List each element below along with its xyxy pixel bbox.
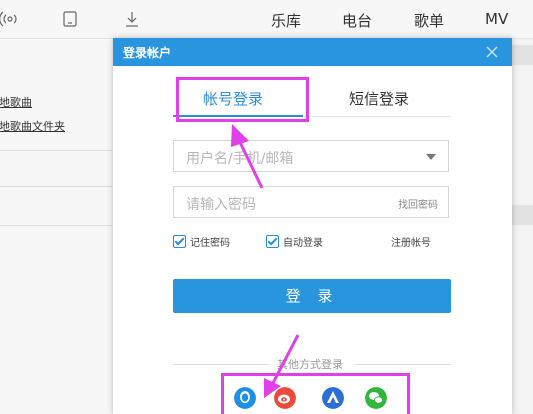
password-placeholder: 请输入密码 — [186, 197, 256, 213]
dialog-header: 登录帐户 — [113, 38, 512, 66]
close-icon[interactable] — [481, 41, 503, 63]
checkbox-checked-icon[interactable] — [173, 235, 186, 248]
checkbox-checked-icon[interactable] — [266, 235, 279, 248]
tab-radio[interactable]: 电台 — [342, 10, 372, 31]
left-sidebar: 本地歌曲 本地歌曲文件夹 — [0, 39, 112, 414]
right-content-strip — [512, 39, 533, 414]
content-band — [512, 45, 533, 65]
remember-password-checkbox[interactable]: 记住密码 — [173, 234, 230, 249]
login-button[interactable]: 登 录 — [173, 279, 451, 313]
auto-login-label: 自动登录 — [283, 238, 323, 249]
broadcast-icon[interactable] — [0, 9, 20, 29]
download-icon[interactable] — [122, 9, 142, 29]
remember-password-label: 记住密码 — [190, 238, 230, 249]
chevron-down-icon[interactable] — [426, 154, 436, 160]
content-band — [512, 205, 533, 225]
login-dialog: 登录帐户 帐号登录 短信登录 用户名/手机/邮箱 请输入密码 找回密码 记住密码… — [113, 38, 512, 414]
tab-music-library[interactable]: 乐库 — [271, 10, 301, 31]
sidebar-divider — [0, 186, 112, 187]
tab-sms-login[interactable]: 短信登录 — [349, 88, 409, 109]
device-icon[interactable] — [60, 9, 80, 29]
register-account-link[interactable]: 注册帐号 — [391, 234, 431, 249]
password-field[interactable]: 请输入密码 找回密码 — [173, 186, 449, 218]
sidebar-divider — [0, 150, 112, 151]
highlight-box-account-tab — [176, 77, 309, 122]
divider-line — [173, 364, 269, 365]
other-login-methods-label: 其他方式登录 — [273, 356, 347, 372]
tab-mv[interactable]: MV — [485, 10, 508, 28]
username-placeholder: 用户名/手机/邮箱 — [186, 151, 294, 167]
highlight-box-social-icons — [221, 373, 410, 414]
username-field[interactable]: 用户名/手机/邮箱 — [173, 140, 449, 172]
auto-login-checkbox[interactable]: 自动登录 — [266, 234, 323, 249]
dialog-title: 登录帐户 — [123, 46, 172, 60]
local-song-folder-link[interactable]: 本地歌曲文件夹 — [0, 118, 65, 134]
divider-line — [355, 364, 451, 365]
local-songs-link[interactable]: 本地歌曲 — [0, 94, 32, 110]
tab-playlists[interactable]: 歌单 — [414, 10, 444, 31]
top-toolbar: 乐库 电台 歌单 MV — [0, 0, 533, 39]
sidebar-divider — [0, 225, 112, 226]
find-password-link[interactable]: 找回密码 — [398, 196, 438, 211]
